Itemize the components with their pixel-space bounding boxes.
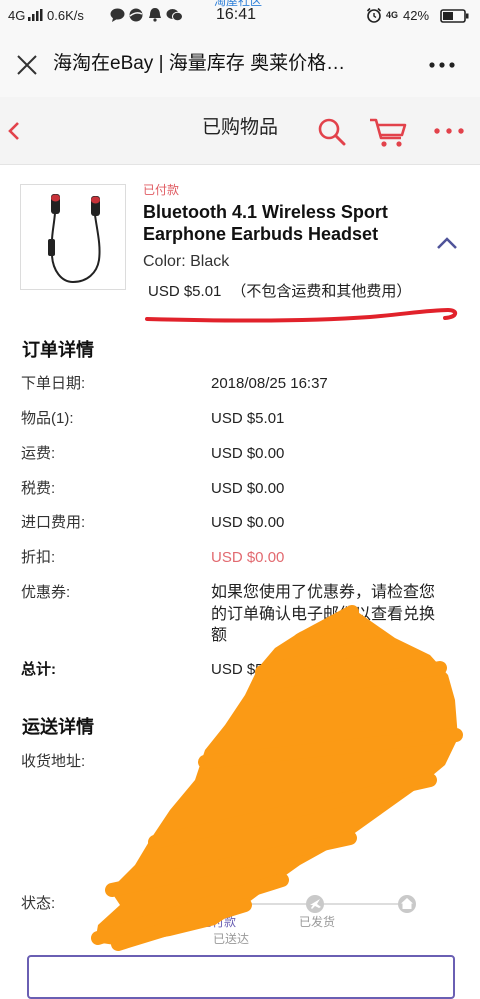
network-type: 4G xyxy=(8,8,26,23)
signal-bars-icon xyxy=(28,9,43,21)
detail-label: 折扣: xyxy=(21,549,56,566)
detail-label: 物品(1): xyxy=(21,410,74,427)
detail-label: 进口费用: xyxy=(21,514,86,531)
notification-icon xyxy=(149,8,161,22)
detail-label: 优惠券: xyxy=(21,584,71,601)
item-price: USD $5.01 xyxy=(148,283,222,300)
red-underline-annotation xyxy=(145,307,458,323)
dot-icon xyxy=(225,899,235,909)
search-icon[interactable] xyxy=(316,116,346,146)
step-label-paid: 已付款 xyxy=(200,915,237,929)
step-label-delivered: 已送达 xyxy=(213,932,250,946)
step-label-shipped: 已发货 xyxy=(299,915,336,929)
app-header: 已购物品 xyxy=(0,97,480,165)
bottom-action-button[interactable] xyxy=(27,955,455,999)
ball-icon xyxy=(129,8,143,22)
plane-icon xyxy=(306,895,324,913)
item-price-note: （不包含运费和其他费用） xyxy=(231,283,412,300)
shipping-details-heading: 运送详情 xyxy=(22,717,94,737)
detail-value: USD $0.00 xyxy=(211,514,285,531)
detail-value: USD $5.01 xyxy=(211,410,285,427)
battery-icon xyxy=(440,9,469,23)
battery-percent: 42% xyxy=(403,8,430,23)
message-icon xyxy=(110,8,125,22)
browser-bar: 海淘在eBay | 海量库存 奥莱价格… xyxy=(0,34,480,97)
detail-value: USD $0.00 xyxy=(211,480,285,497)
detail-label: 运费: xyxy=(21,445,56,462)
order-details-heading: 订单详情 xyxy=(22,340,94,360)
item-title[interactable]: Bluetooth 4.1 Wireless Sport Earphone Ea… xyxy=(143,201,423,245)
network-type-right: 4G xyxy=(386,10,399,20)
clock-time: 16:41 xyxy=(216,6,257,23)
network-speed: 0.6K/s xyxy=(47,8,84,23)
detail-value-coupon-note: 如果您使用了优惠券，请检查您的订单确认电子邮件以查看兑换额 xyxy=(211,584,436,644)
page-title: 已购物品 xyxy=(201,117,278,138)
detail-label: 下单日期: xyxy=(21,375,86,392)
wechat-icon xyxy=(166,9,183,22)
detail-label: 税费: xyxy=(21,480,56,497)
earphones-image xyxy=(48,194,101,284)
status-bar: 4G 0.6K/s 淘屋社区 16:41 4G 42% xyxy=(0,0,480,34)
item-price-line: USD $5.01 （不包含运费和其他费用） xyxy=(148,282,411,302)
close-icon[interactable] xyxy=(16,54,38,76)
browser-page-title: 海淘在eBay | 海量库存 奥莱价格… xyxy=(53,53,346,74)
more-icon[interactable] xyxy=(428,60,458,70)
detail-value: USD $0.00 xyxy=(211,445,285,462)
order-status-badge: 已付款 xyxy=(143,183,180,197)
alarm-icon xyxy=(366,7,382,23)
total-label: 总计: xyxy=(21,661,56,678)
status-label: 状态: xyxy=(21,895,56,912)
cart-icon[interactable] xyxy=(368,114,408,150)
detail-value-discount: USD $0.00 xyxy=(211,549,285,566)
detail-value: 2018/08/25 16:37 xyxy=(211,375,328,392)
header-more-icon[interactable] xyxy=(432,126,466,136)
address-label: 收货地址: xyxy=(21,753,86,770)
item-color: Color: Black xyxy=(143,253,230,270)
total-value: USD $5 xyxy=(211,661,264,678)
product-image[interactable] xyxy=(20,184,126,290)
chevron-up-icon[interactable] xyxy=(436,236,458,250)
home-icon xyxy=(398,895,416,913)
